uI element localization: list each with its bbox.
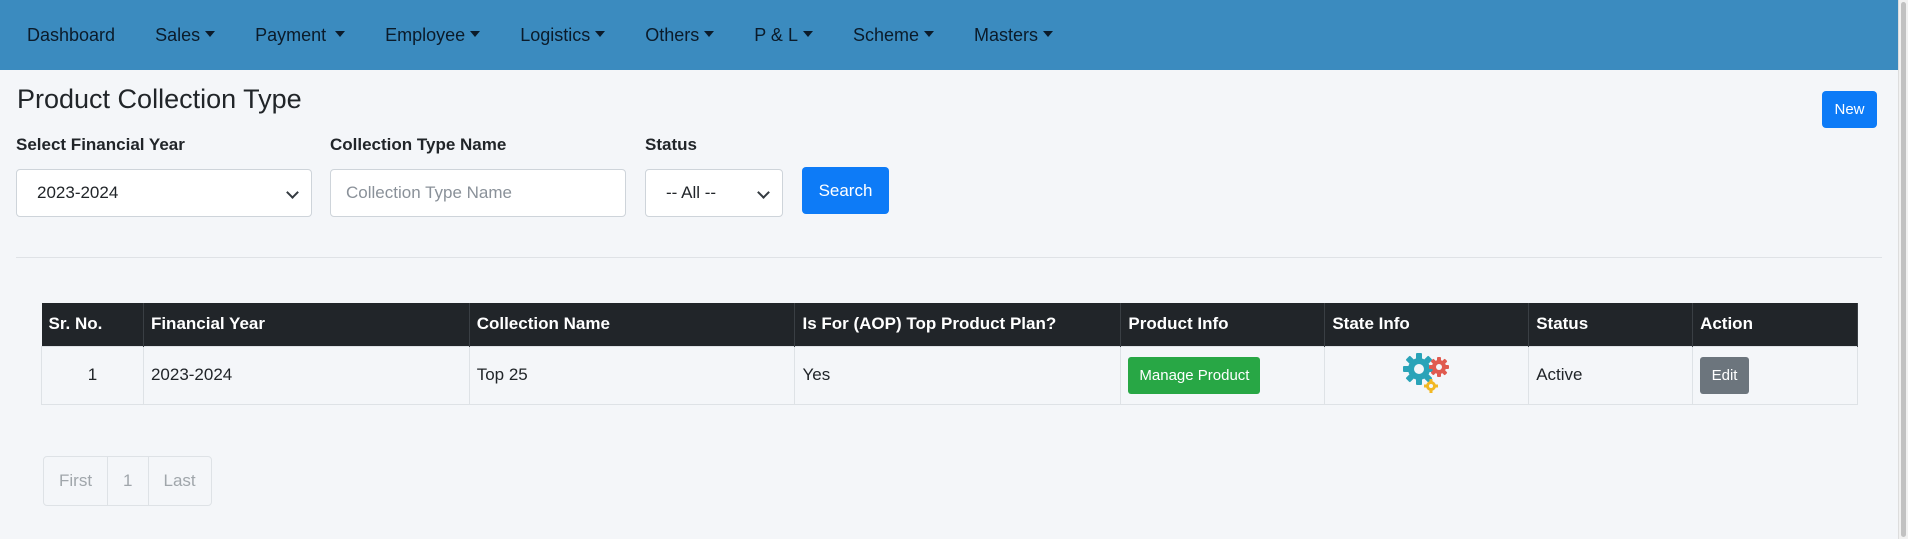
caret-down-icon bbox=[704, 31, 715, 37]
nav-scheme-label: Scheme bbox=[852, 24, 919, 45]
header-sr-no: Sr. No. bbox=[41, 303, 144, 346]
caret-down-icon bbox=[335, 31, 346, 37]
caret-down-icon bbox=[595, 31, 606, 37]
status-value: -- All -- bbox=[666, 183, 717, 202]
pagination-last[interactable]: Last bbox=[149, 457, 211, 505]
nav-dashboard[interactable]: Dashboard bbox=[27, 25, 115, 46]
nav-employee-label: Employee bbox=[385, 24, 466, 45]
caret-down-icon bbox=[1043, 31, 1054, 37]
nav-logistics-label: Logistics bbox=[520, 24, 591, 45]
cell-collection-name: Top 25 bbox=[468, 345, 796, 405]
pagination-first[interactable]: First bbox=[44, 457, 109, 505]
table-header-row: Sr. No. Financial Year Collection Name I… bbox=[41, 303, 1858, 346]
cell-product-info: Manage Product bbox=[1120, 345, 1326, 405]
financial-year-select[interactable]: 2023-2024 bbox=[16, 169, 312, 217]
caret-down-icon bbox=[802, 31, 813, 37]
edit-button[interactable]: Edit bbox=[1700, 356, 1750, 394]
nav-masters-label: Masters bbox=[974, 24, 1039, 45]
caret-down-icon bbox=[205, 31, 216, 37]
header-collection-name: Collection Name bbox=[469, 303, 796, 346]
new-button[interactable]: New bbox=[1822, 91, 1877, 128]
caret-down-icon bbox=[924, 31, 934, 37]
table-row: 1 2023-2024 Top 25 Yes Manage Product Ac… bbox=[41, 345, 1858, 405]
nav-others[interactable]: Others bbox=[645, 24, 715, 46]
status-label: Status bbox=[645, 135, 697, 154]
cell-aop-plan: Yes bbox=[794, 345, 1122, 405]
cell-sr-no: 1 bbox=[41, 345, 144, 405]
header-aop-plan: Is For (AOP) Top Product Plan? bbox=[794, 303, 1122, 346]
header-financial-year: Financial Year bbox=[143, 303, 470, 346]
nav-sales[interactable]: Sales bbox=[155, 24, 216, 46]
scrollbar-thumb[interactable] bbox=[1901, 2, 1906, 537]
nav-scheme[interactable]: Scheme bbox=[853, 25, 934, 46]
cell-status: Active bbox=[1528, 345, 1694, 405]
header-action: Action bbox=[1692, 303, 1858, 346]
pagination: First 1 Last bbox=[43, 456, 212, 506]
page-title: Product Collection Type bbox=[17, 84, 302, 114]
nav-employee[interactable]: Employee bbox=[385, 24, 481, 46]
nav-masters[interactable]: Masters bbox=[974, 24, 1054, 46]
financial-year-label: Select Financial Year bbox=[16, 135, 185, 154]
header-status: Status bbox=[1528, 303, 1694, 346]
nav-payment[interactable]: Payment bbox=[255, 24, 346, 46]
nav-sales-label: Sales bbox=[155, 24, 201, 45]
search-button[interactable]: Search bbox=[802, 167, 889, 214]
collection-name-input[interactable]: Collection Type Name bbox=[330, 169, 626, 217]
status-select[interactable]: -- All -- bbox=[645, 169, 783, 217]
nav-others-label: Others bbox=[645, 24, 700, 45]
cell-financial-year: 2023-2024 bbox=[142, 345, 470, 405]
top-navbar: Dashboard Sales Payment Employee Logisti… bbox=[0, 0, 1898, 70]
gears-icon[interactable] bbox=[1402, 351, 1451, 400]
financial-year-value: 2023-2024 bbox=[37, 183, 119, 202]
caret-down-icon bbox=[470, 31, 481, 37]
collection-table: Sr. No. Financial Year Collection Name I… bbox=[41, 303, 1858, 405]
page-scrollbar[interactable] bbox=[1898, 0, 1908, 539]
chevron-down-icon bbox=[286, 186, 299, 199]
header-product-info: Product Info bbox=[1120, 303, 1326, 346]
cell-state-info bbox=[1324, 345, 1530, 405]
nav-payment-label: Payment bbox=[255, 24, 327, 45]
manage-product-button[interactable]: Manage Product bbox=[1128, 356, 1261, 394]
cell-action: Edit bbox=[1692, 345, 1858, 405]
collection-name-label: Collection Type Name bbox=[330, 135, 507, 154]
divider bbox=[16, 257, 1882, 258]
chevron-down-icon bbox=[757, 186, 770, 199]
pagination-page-1[interactable]: 1 bbox=[108, 457, 149, 505]
nav-dashboard-label: Dashboard bbox=[27, 24, 116, 45]
nav-p-and-l-label: P & L bbox=[754, 24, 798, 45]
nav-logistics[interactable]: Logistics bbox=[520, 24, 606, 46]
collection-name-placeholder: Collection Type Name bbox=[346, 183, 512, 202]
nav-p-and-l[interactable]: P & L bbox=[754, 25, 813, 46]
header-state-info: State Info bbox=[1324, 303, 1530, 346]
